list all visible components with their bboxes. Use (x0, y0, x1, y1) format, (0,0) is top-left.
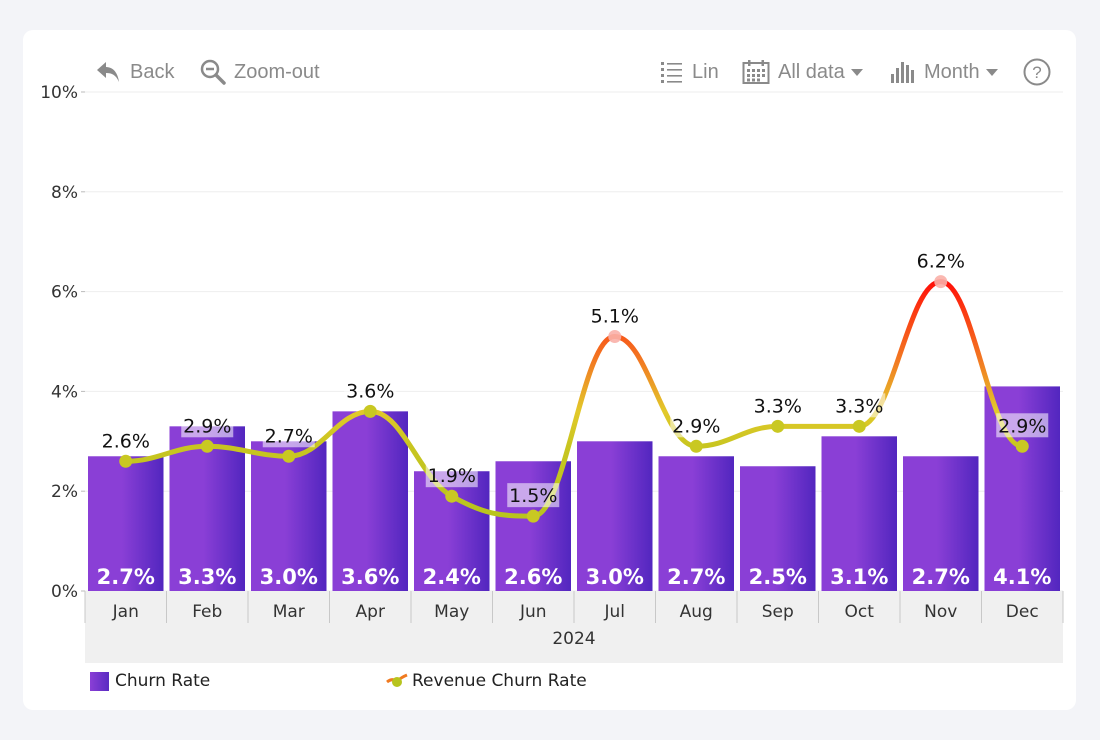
line-data-label: 6.2% (917, 251, 965, 273)
bar-data-label: 4.1% (993, 565, 1051, 589)
line-point[interactable] (689, 439, 703, 453)
line-point[interactable] (119, 454, 133, 468)
line-data-label: 3.3% (754, 395, 802, 417)
line-point[interactable] (934, 275, 948, 289)
bar-data-label: 3.6% (341, 565, 399, 589)
line-data-label: 2.9% (672, 415, 720, 437)
bar-data-label: 3.0% (586, 565, 644, 589)
line-data-label: 2.9% (998, 415, 1046, 437)
bar-data-label: 2.7% (667, 565, 725, 589)
line-point[interactable] (445, 489, 459, 503)
x-tick-label: Sep (762, 602, 794, 622)
y-tick-label: 4% (51, 382, 78, 402)
line-point[interactable] (363, 404, 377, 418)
y-tick-label: 2% (51, 482, 78, 502)
line-data-label: 2.7% (265, 425, 313, 447)
x-tick-label: Nov (924, 602, 957, 622)
line-point[interactable] (608, 330, 622, 344)
legend-item-revenue-churn-rate[interactable]: Revenue Churn Rate (386, 668, 587, 694)
line-point[interactable] (526, 509, 540, 523)
line-data-label: 2.6% (102, 430, 150, 452)
bar-data-label: 2.6% (504, 565, 562, 589)
x-tick-label: Jul (603, 602, 625, 622)
line-data-label: 3.3% (835, 395, 883, 417)
line-data-label: 2.9% (183, 415, 231, 437)
x-tick-label: Feb (192, 602, 222, 622)
x-tick-label: Apr (356, 602, 385, 622)
churn-chart: 2.7% 3.3% 3.0% 3.6% 2.4% 2.6% 3.0% 2.7% 2.5% 3.1%… (40, 83, 1064, 663)
x-tick-label: Aug (680, 602, 713, 622)
x-group-label: 2024 (552, 629, 595, 649)
bar-data-label: 2.4% (423, 565, 481, 589)
line-point[interactable] (282, 449, 296, 463)
bar-swatch-icon (90, 671, 109, 691)
x-tick-label: May (434, 602, 469, 622)
x-tick-label: Oct (845, 602, 875, 622)
bar-data-label: 2.7% (97, 565, 155, 589)
y-tick-label: 0% (51, 582, 78, 602)
line-data-label: 1.5% (509, 485, 557, 507)
legend-label-churn-rate: Churn Rate (115, 671, 211, 691)
line-data-label: 5.1% (591, 306, 639, 328)
y-tick-label: 10% (40, 83, 78, 103)
line-point[interactable] (771, 419, 785, 433)
x-tick-label: Jan (112, 602, 139, 622)
y-tick-label: 8% (51, 183, 78, 203)
bar-data-label: 2.7% (912, 565, 970, 589)
line-point[interactable] (200, 439, 214, 453)
bar-data-label: 3.0% (260, 565, 318, 589)
bar-data-label: 3.3% (178, 565, 236, 589)
line-data-label: 1.9% (428, 465, 476, 487)
line-data-label: 3.6% (346, 380, 394, 402)
line-swatch-icon (386, 673, 408, 687)
line-point[interactable] (852, 419, 866, 433)
bar-data-label: 3.1% (830, 565, 888, 589)
x-tick-label: Dec (1006, 602, 1039, 622)
legend-item-churn-rate[interactable]: Churn Rate (90, 668, 210, 694)
legend-label-revenue-churn-rate: Revenue Churn Rate (412, 671, 587, 691)
bar-data-label: 2.5% (749, 565, 807, 589)
line-point[interactable] (1015, 439, 1029, 453)
x-tick-label: Jun (519, 602, 547, 622)
x-tick-label: Mar (273, 602, 305, 622)
y-tick-label: 6% (51, 283, 78, 303)
